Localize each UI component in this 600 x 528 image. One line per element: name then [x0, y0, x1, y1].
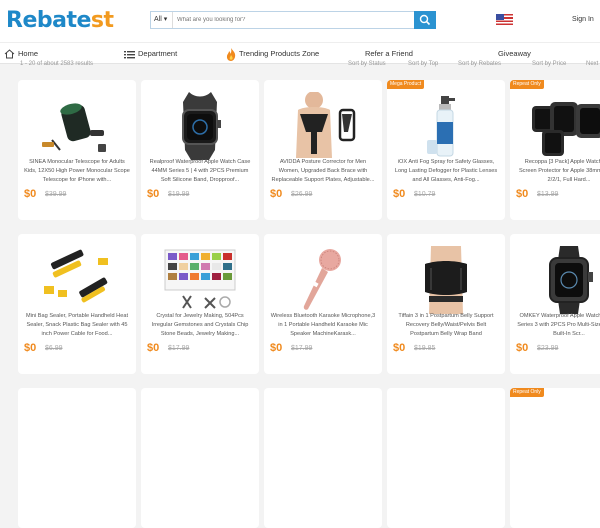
product-card[interactable]: Tiffain 3 in 1 Postpartum Belly Support … [387, 234, 505, 374]
product-title[interactable]: Realproof Waterproof Apple Watch Case 44… [147, 158, 253, 185]
product-price: $0 [516, 342, 529, 354]
product-card[interactable]: OMKEY Waterproof Apple Watch 42mm Series… [510, 234, 600, 374]
product-card[interactable] [387, 388, 505, 528]
flame-icon [226, 47, 236, 61]
telescope-icon [42, 103, 106, 152]
nav-home-label: Home [18, 49, 39, 58]
product-original-price: $6.99 [45, 345, 63, 352]
product-title[interactable]: OMKEY Waterproof Apple Watch 42mm Series… [516, 312, 600, 339]
product-title[interactable]: SINEA Monocular Telescope for Adults Kid… [24, 158, 130, 185]
rugged-watch-icon [549, 246, 593, 314]
product-original-price: $23.99 [537, 345, 559, 352]
product-card[interactable] [141, 388, 259, 528]
nav-trending-label: Trending Products Zone [239, 49, 320, 58]
watch-icon [182, 92, 221, 160]
beads-kit-icon [164, 249, 236, 309]
product-card[interactable]: AVIDDA Posture Corrector for Men Women, … [264, 80, 382, 220]
us-flag-icon[interactable] [496, 14, 513, 25]
product-title[interactable]: AVIDDA Posture Corrector for Men Women, … [270, 158, 376, 185]
product-card[interactable] [264, 388, 382, 528]
product-price: $0 [393, 188, 406, 200]
search-input[interactable] [177, 12, 407, 28]
results-count: 1 - 20 of about 2583 results [20, 61, 94, 67]
product-title[interactable]: Tiffain 3 in 1 Postpartum Belly Support … [393, 312, 499, 339]
product-card[interactable]: Repeat Only [510, 388, 600, 528]
logo-text-part2: st [90, 8, 114, 33]
bag-sealer-icon [44, 249, 108, 303]
sort-price[interactable]: Sort by Price [532, 61, 566, 67]
sort-bar: 1 - 20 of about 2583 results Sort by Sta… [0, 60, 600, 74]
spray-bottle-icon [427, 96, 455, 157]
site-header: Rebatest All ▾ Sign In [0, 0, 600, 42]
product-price: $0 [393, 342, 406, 354]
product-card[interactable] [18, 388, 136, 528]
product-original-price: $13.99 [537, 191, 559, 198]
next-page[interactable]: Next [586, 61, 598, 67]
rebatest-logo[interactable]: Rebatest [6, 8, 114, 33]
category-select-value: All [154, 16, 162, 23]
repeat-only-badge: Repeat Only [510, 388, 544, 397]
logo-text-part1: Rebate [6, 8, 91, 33]
product-price: $0 [24, 342, 37, 354]
product-title[interactable]: iOX Anti Fog Spray for Safety Glasses, L… [393, 158, 499, 185]
product-original-price: $19.85 [414, 345, 436, 352]
product-price: $0 [24, 188, 37, 200]
sort-rebates[interactable]: Sort by Rebates [458, 61, 501, 67]
product-price: $0 [270, 342, 283, 354]
product-original-price: $39.99 [45, 191, 67, 198]
product-title[interactable]: Recoppa [3 Pack] Apple Watch with Screen… [516, 158, 600, 185]
product-original-price: $19.99 [168, 191, 190, 198]
microphone-icon [303, 249, 341, 310]
product-price: $0 [147, 188, 160, 200]
product-card[interactable]: Repeat Only Recoppa [3 Pack] Apple Watch… [510, 80, 600, 220]
menu-icon [124, 50, 135, 58]
product-title[interactable]: Crystal for Jewelry Making, 504Pcs Irreg… [147, 312, 253, 339]
product-price: $0 [147, 342, 160, 354]
mega-product-badge: Mega Product [387, 80, 425, 89]
repeat-only-badge: Repeat Only [510, 80, 544, 89]
sort-top[interactable]: Sort by Top [408, 61, 438, 67]
product-card[interactable]: Mega Product iOX Anti Fog Spray for Safe… [387, 80, 505, 220]
product-title[interactable]: Mini Bag Sealer, Portable Handheld Heat … [24, 312, 130, 339]
product-card[interactable]: Crystal for Jewelry Making, 504Pcs Irreg… [141, 234, 259, 374]
belly-band-icon [425, 246, 467, 314]
product-original-price: $10.79 [414, 191, 436, 198]
product-card[interactable]: SINEA Monocular Telescope for Adults Kid… [18, 80, 136, 220]
search-bar: All ▾ [150, 11, 436, 29]
posture-brace-icon [296, 92, 356, 158]
category-select[interactable]: All ▾ [151, 12, 173, 28]
nav-refer-label: Refer a Friend [365, 49, 413, 58]
product-price: $0 [516, 188, 529, 200]
nav-giveaway-label: Giveaway [498, 49, 531, 58]
product-original-price: $17.99 [168, 345, 190, 352]
search-icon [419, 14, 431, 26]
watch-cases-icon [532, 102, 600, 156]
product-price: $0 [270, 188, 283, 200]
product-original-price: $26.99 [291, 191, 313, 198]
product-card[interactable]: Wireless Bluetooth Karaoke Microphone,3 … [264, 234, 382, 374]
product-card[interactable]: Realproof Waterproof Apple Watch Case 44… [141, 80, 259, 220]
search-button[interactable] [414, 11, 436, 29]
home-icon [4, 49, 15, 59]
chevron-down-icon: ▾ [163, 16, 168, 23]
product-original-price: $17.99 [291, 345, 313, 352]
product-card[interactable]: Mini Bag Sealer, Portable Handheld Heat … [18, 234, 136, 374]
product-title[interactable]: Wireless Bluetooth Karaoke Microphone,3 … [270, 312, 376, 339]
sign-in-link[interactable]: Sign In [572, 16, 594, 23]
nav-department-label: Department [138, 49, 178, 58]
sort-status[interactable]: Sort by Status [348, 61, 386, 67]
